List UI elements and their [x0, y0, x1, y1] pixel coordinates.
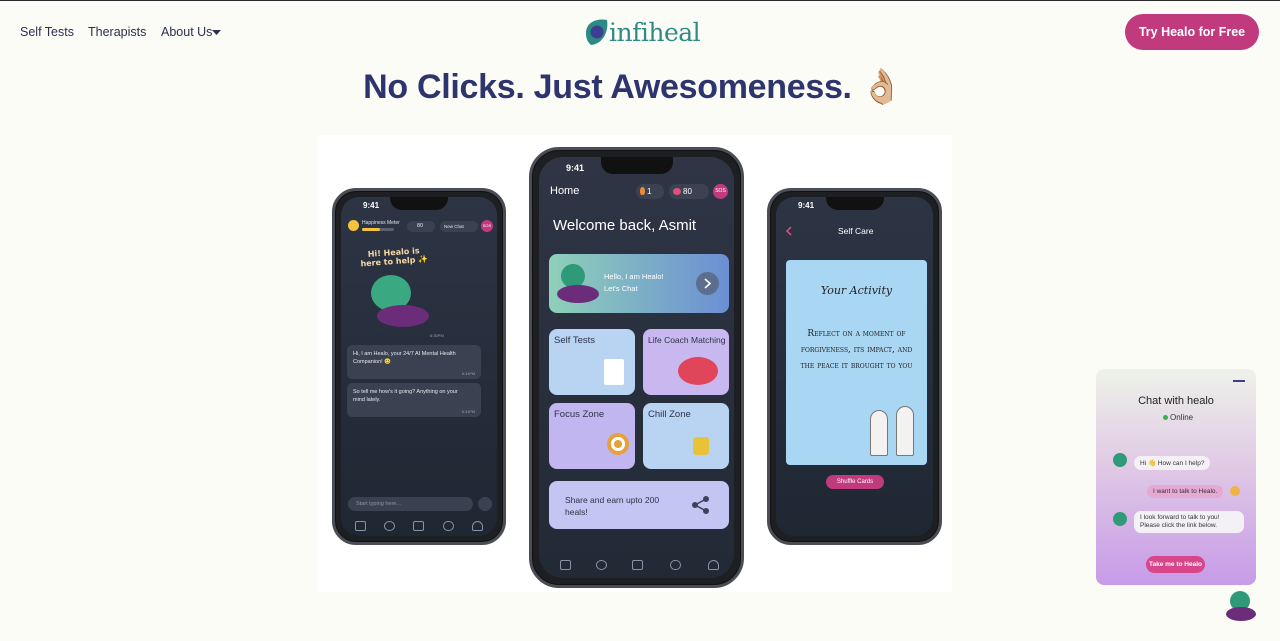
healo-chat-banner[interactable]: Hello, I am Healo! Let's Chat [549, 254, 729, 313]
illustration-person [870, 410, 888, 456]
tile-self-tests[interactable]: Self Tests [549, 329, 635, 395]
message-bubble: Hi, I am Healo, your 24/7 AI Mental Heal… [347, 345, 481, 379]
clipboard-icon[interactable] [413, 521, 424, 531]
tile-label: Chill Zone [648, 409, 691, 420]
shuffle-cards-button[interactable]: Shuffle Cards [826, 475, 884, 489]
back-arrow-icon[interactable] [785, 226, 793, 236]
screen-title: Home [550, 185, 580, 197]
page-headline: No Clicks. Just Awesomeness. 👌🏼 [363, 68, 903, 106]
sos-button[interactable]: SOS [713, 184, 728, 199]
infiheal-logo[interactable]: infiheal [583, 15, 701, 51]
nav-self-tests[interactable]: Self Tests [20, 25, 74, 39]
healo-avatar [1113, 512, 1127, 526]
flame-icon [640, 187, 645, 195]
status-time: 9:41 [798, 201, 815, 210]
chevron-down-icon[interactable] [212, 30, 221, 36]
document-icon [604, 359, 624, 385]
chevron-right-icon[interactable] [696, 272, 719, 295]
try-healo-button[interactable]: Try Healo for Free [1125, 14, 1259, 50]
home-icon[interactable] [355, 521, 366, 531]
chat-message: Hi 👋 How can I help? [1134, 456, 1211, 470]
share-text: Share and earn upto 200 heals! [565, 495, 660, 517]
healo-avatar [1113, 453, 1127, 467]
chat-message: I want to talk to Healo. [1147, 485, 1224, 498]
streak-count: 1 [647, 187, 652, 196]
message-bubble: So tell me how's it going? Anything on y… [347, 383, 481, 417]
activity-card: Your Activity Reflect on a moment of for… [786, 260, 927, 465]
app-showcase: 9:41 Happiness Meter 80 New Chat SOS Hi!… [317, 135, 952, 592]
message-time: 6:31PM [461, 372, 475, 376]
chat-message: I look forward to talk to you! Please cl… [1134, 511, 1244, 533]
phone-notch [390, 197, 448, 210]
user-avatar [1230, 486, 1240, 496]
activity-card-title: Your Activity [820, 284, 893, 297]
chat-icon[interactable] [596, 560, 607, 570]
sos-button[interactable]: SOS [481, 220, 493, 232]
activity-card-body: Reflect on a moment of forgiveness, its … [800, 329, 913, 371]
smiley-icon [348, 220, 359, 231]
logo-wordmark: infiheal [609, 18, 701, 47]
profile-icon[interactable] [708, 560, 719, 570]
tile-chill-zone[interactable]: Chill Zone [643, 403, 729, 469]
chat-status: Online [1170, 413, 1194, 422]
message-text: Hi, I am Healo, your 24/7 AI Mental Heal… [353, 351, 456, 365]
tile-label: Self Tests [554, 335, 596, 346]
welcome-message: Welcome back, Asmit [553, 217, 697, 234]
heart-icon [673, 188, 681, 195]
message-time: 6:31PM [461, 410, 475, 414]
chat-launcher-mascot-icon[interactable] [1226, 591, 1256, 621]
banner-line-2: Let's Chat [604, 284, 638, 293]
new-chat-label: New Chat [444, 224, 464, 229]
take-me-to-healo-button[interactable]: Take me to Healo [1146, 556, 1205, 573]
minimize-icon[interactable] [1233, 380, 1245, 382]
message-text: So tell me how's it going? Anything on y… [353, 389, 458, 403]
chat-input[interactable]: Start typing here... [348, 497, 473, 511]
home-icon[interactable] [560, 560, 571, 570]
phone-self-care: 9:41 Self Care Your Activity Reflect on … [767, 188, 942, 545]
music-icon [693, 437, 709, 455]
phone-chat: 9:41 Happiness Meter 80 New Chat SOS Hi!… [332, 188, 506, 545]
hearts-count: 80 [417, 223, 424, 229]
chat-widget[interactable]: Chat with healo Online Hi 👋 How can I he… [1096, 369, 1256, 585]
share-earn-card[interactable]: Share and earn upto 200 heals! [549, 481, 729, 529]
send-icon[interactable] [478, 497, 492, 511]
sticker-time: 6:30PM [430, 333, 444, 338]
tile-label: Life Coach Matching [648, 335, 726, 345]
status-time: 9:41 [566, 163, 585, 173]
chat-input-placeholder: Start typing here... [356, 500, 401, 507]
screen-title: Self Care [838, 226, 874, 236]
share-icon[interactable] [691, 495, 711, 515]
healo-sticker-text: Hi! Healo is here to help ✨ [360, 246, 429, 269]
target-icon [607, 433, 629, 455]
phone-home: 9:41 Home 1 80 SOS Welcome back, Asmit H… [529, 147, 744, 588]
nav-about-us[interactable]: About Us [161, 25, 212, 39]
community-icon[interactable] [670, 560, 681, 570]
profile-icon[interactable] [472, 521, 483, 531]
phone-notch [825, 197, 884, 210]
tile-label: Focus Zone [554, 409, 605, 420]
clipboard-icon[interactable] [632, 560, 643, 570]
status-time: 9:41 [363, 201, 380, 210]
happiness-meter-label: Happiness Meter [362, 220, 400, 226]
online-dot-icon [1163, 415, 1168, 420]
phone-notch [600, 157, 673, 174]
tile-focus-zone[interactable]: Focus Zone [549, 403, 635, 469]
community-icon[interactable] [443, 521, 454, 531]
logo-leaf-icon [586, 19, 608, 45]
chat-icon[interactable] [384, 521, 395, 531]
tile-life-coach-matching[interactable]: Life Coach Matching [643, 329, 729, 395]
hearts-count: 80 [683, 187, 692, 196]
banner-line-1: Hello, I am Healo! [604, 272, 664, 281]
nav-therapists[interactable]: Therapists [88, 25, 146, 39]
heart-gift-icon [678, 357, 718, 385]
illustration-person [896, 406, 914, 456]
chat-widget-title: Chat with healo [1138, 395, 1214, 407]
top-navigation: Self Tests Therapists About Us infiheal … [0, 1, 1280, 63]
